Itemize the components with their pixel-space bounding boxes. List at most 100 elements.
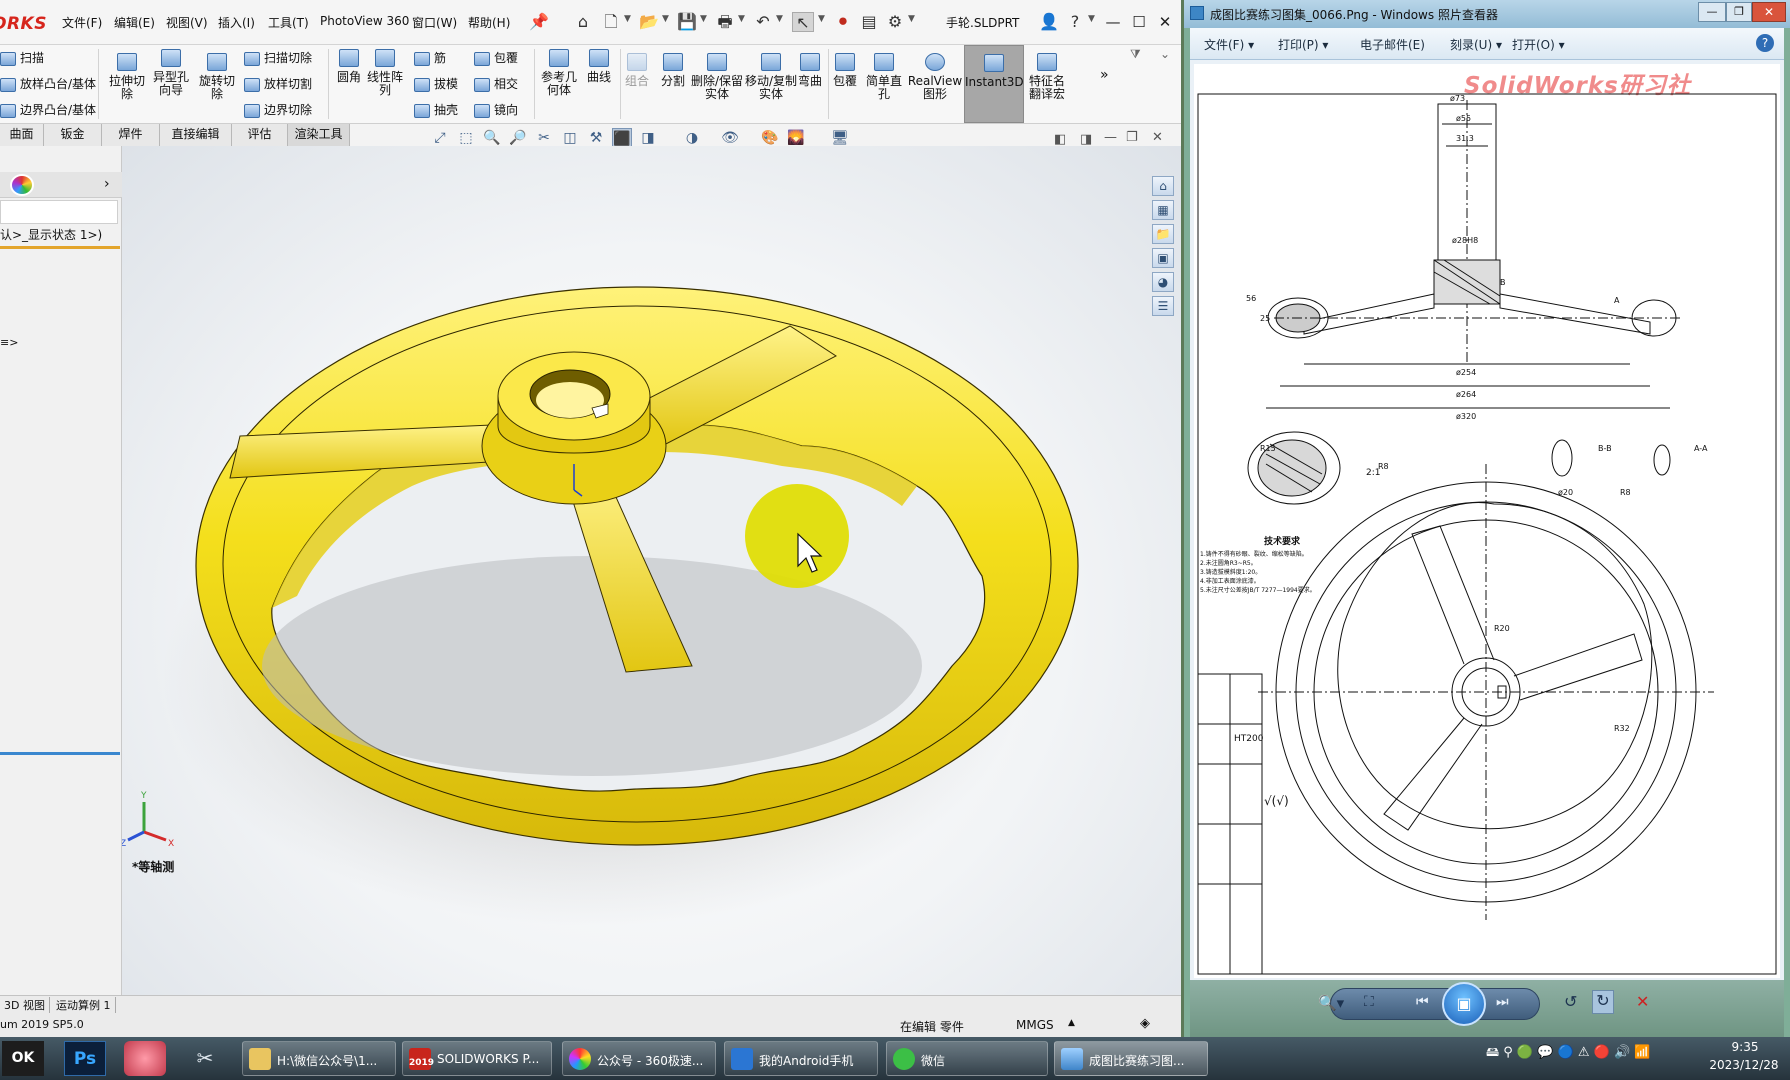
revolve-cut-button[interactable]: 旋转切除 (194, 53, 240, 101)
pinned-app-media-icon[interactable] (124, 1041, 166, 1076)
tab-weldments[interactable]: 焊件 (102, 124, 160, 146)
pv-menu-print[interactable]: 打印(P) ▾ (1278, 36, 1328, 53)
tab-render-tools[interactable]: 渲染工具 (288, 124, 350, 146)
pv-restore-icon[interactable]: ❐ (1726, 2, 1752, 22)
save-icon[interactable]: 💾 (676, 12, 698, 32)
slideshow-icon[interactable]: ▣ (1442, 982, 1486, 1026)
taskbar-item-photo-viewer[interactable]: 成图比赛练习图... (1054, 1041, 1208, 1076)
chevron-down-icon[interactable]: ▼ (818, 14, 825, 24)
pinned-app-ok[interactable]: OK (2, 1041, 44, 1076)
menu-edit[interactable]: 编辑(E) (114, 14, 155, 31)
shell-button[interactable]: 抽壳 (414, 101, 458, 118)
section-view-icon[interactable]: ✂ (534, 128, 554, 148)
tab-surfaces[interactable]: 曲面 (0, 124, 44, 146)
pv-minimize-icon[interactable]: — (1698, 2, 1726, 22)
tab-direct-editing[interactable]: 直接编辑 (160, 124, 232, 146)
menu-file[interactable]: 文件(F) (62, 14, 102, 31)
gear-icon[interactable]: ⚙ (884, 12, 906, 32)
view-settings-icon[interactable]: 🖥 (830, 128, 850, 148)
clock-date[interactable]: 2023/12/28 (1704, 1058, 1784, 1072)
ribbon-overflow-icon[interactable]: » (1100, 67, 1109, 83)
appearance-manager-icon[interactable] (10, 174, 34, 196)
graphics-viewport[interactable]: Y X Z *等轴测 (122, 146, 1181, 1004)
move-copy-body-button[interactable]: 移动/复制实体 (744, 53, 798, 101)
boundary-boss-button[interactable]: 边界凸台/基体 (0, 101, 96, 118)
feature-translate-macro-button[interactable]: 特征名翻译宏 (1024, 53, 1070, 101)
sweep-button[interactable]: 扫描 (0, 49, 44, 66)
rotate-right-icon[interactable]: ↻ (1592, 990, 1614, 1014)
taskbar-item-solidworks[interactable]: 2019 SOLIDWORKS P... (402, 1041, 552, 1076)
draft-button[interactable]: 拔模 (414, 75, 458, 92)
chevron-down-icon[interactable]: ▼ (624, 14, 631, 24)
traffic-light-icon[interactable]: ⚫ (832, 12, 854, 32)
design-library-icon[interactable]: ▦ (1152, 200, 1174, 220)
taskbar-item-wechat[interactable]: 微信 (886, 1041, 1048, 1076)
open-folder-icon[interactable]: 📂 (638, 12, 660, 32)
handwheel-model[interactable]: Y X Z (122, 146, 1181, 1004)
zoom-icon[interactable]: 🔍▾ (1318, 994, 1344, 1012)
menu-help[interactable]: 帮助(H) (468, 14, 510, 31)
file-properties-icon[interactable]: ▤ (858, 12, 880, 32)
zoom-icon[interactable]: 🔍 (482, 128, 502, 148)
linear-pattern-button[interactable]: 线性阵列 (362, 49, 408, 97)
maximize-icon[interactable]: ☐ (1126, 10, 1152, 34)
chevron-down-icon[interactable]: ▼ (700, 14, 707, 24)
loft-cut-button[interactable]: 放样切割 (244, 75, 312, 92)
mirror-button[interactable]: 镜向 (474, 101, 518, 118)
pv-menu-burn[interactable]: 刻录(U) ▾ (1450, 36, 1502, 53)
minimize-icon[interactable]: — (1100, 10, 1126, 34)
viewport-restore-icon[interactable]: ❐ (1126, 130, 1138, 145)
tab-sheet-metal[interactable]: 钣金 (44, 124, 102, 146)
pv-menu-open[interactable]: 打开(O) ▾ (1512, 36, 1565, 53)
clock-time[interactable]: 9:35 (1710, 1040, 1780, 1054)
filter-input[interactable] (0, 200, 118, 224)
pv-close-icon[interactable]: ✕ (1752, 2, 1786, 22)
tile-left-icon[interactable]: ◧ (1054, 132, 1066, 147)
rebuild-indicator-icon[interactable]: ◈ (1140, 1016, 1150, 1031)
pv-menu-file[interactable]: 文件(F) ▾ (1204, 36, 1254, 53)
menu-view[interactable]: 视图(V) (166, 14, 208, 31)
previous-view-icon[interactable]: 🔎 (508, 128, 528, 148)
user-icon[interactable]: 👤 (1038, 12, 1060, 32)
zoom-area-icon[interactable]: ⬚ (456, 128, 476, 148)
custom-properties-icon[interactable]: ☰ (1152, 296, 1174, 316)
menu-insert[interactable]: 插入(I) (218, 14, 255, 31)
chevron-down-icon[interactable]: ▼ (662, 14, 669, 24)
menu-photoview[interactable]: PhotoView 360 (320, 14, 409, 28)
tile-right-icon[interactable]: ◨ (1080, 132, 1092, 147)
chevron-down-icon[interactable]: ▼ (908, 14, 915, 24)
tab-evaluate[interactable]: 评估 (232, 124, 288, 146)
intersect-button[interactable]: 相交 (474, 75, 518, 92)
pin-icon[interactable]: 📌 (528, 12, 550, 32)
next-icon[interactable]: ⏭ (1496, 994, 1509, 1010)
undo-icon[interactable]: ↶ (752, 12, 774, 32)
edit-appearance-icon[interactable]: 🎨 (760, 128, 780, 148)
resources-home-icon[interactable]: ⌂ (1152, 176, 1174, 196)
view-eye-icon[interactable]: 👁 (720, 128, 740, 148)
actual-size-icon[interactable]: ⛶ (1364, 994, 1374, 1010)
file-explorer-icon[interactable]: 📁 (1152, 224, 1174, 244)
tab-motion-study[interactable]: 运动算例 1 (52, 997, 116, 1013)
home-icon[interactable]: ⌂ (572, 12, 594, 32)
tab-3d-view[interactable]: 3D 视图 (0, 997, 50, 1013)
realview-button[interactable]: RealView图形 (906, 53, 964, 101)
simple-hole-button[interactable]: 简单直孔 (862, 53, 906, 101)
menu-window[interactable]: 窗口(W) (412, 14, 457, 31)
panel-expand-icon[interactable]: › (104, 176, 110, 192)
zoom-to-fit-icon[interactable]: ⤢ (430, 128, 450, 148)
flex-button[interactable]: 弯曲 (792, 53, 828, 88)
apply-scene-icon[interactable]: 🌄 (786, 128, 806, 148)
viewport-minimize-icon[interactable]: — (1104, 130, 1117, 145)
wrap-feature-button[interactable]: 包覆 (826, 53, 864, 88)
print-icon[interactable]: 🖶 (714, 12, 736, 32)
extrude-cut-button[interactable]: 拉伸切除 (104, 53, 150, 101)
boundary-cut-button[interactable]: 边界切除 (244, 101, 312, 118)
select-arrow-icon[interactable]: ↖ (792, 12, 814, 32)
help-icon[interactable]: ? (1064, 12, 1086, 32)
viewport-close-icon[interactable]: ✕ (1152, 130, 1163, 145)
menu-tools[interactable]: 工具(T) (268, 14, 309, 31)
pv-help-icon[interactable]: ? (1756, 34, 1774, 52)
tools-icon[interactable]: ⚒ (586, 128, 606, 148)
view-palette-icon[interactable]: ▣ (1152, 248, 1174, 268)
display-style-icon[interactable]: ◨ (638, 128, 658, 148)
